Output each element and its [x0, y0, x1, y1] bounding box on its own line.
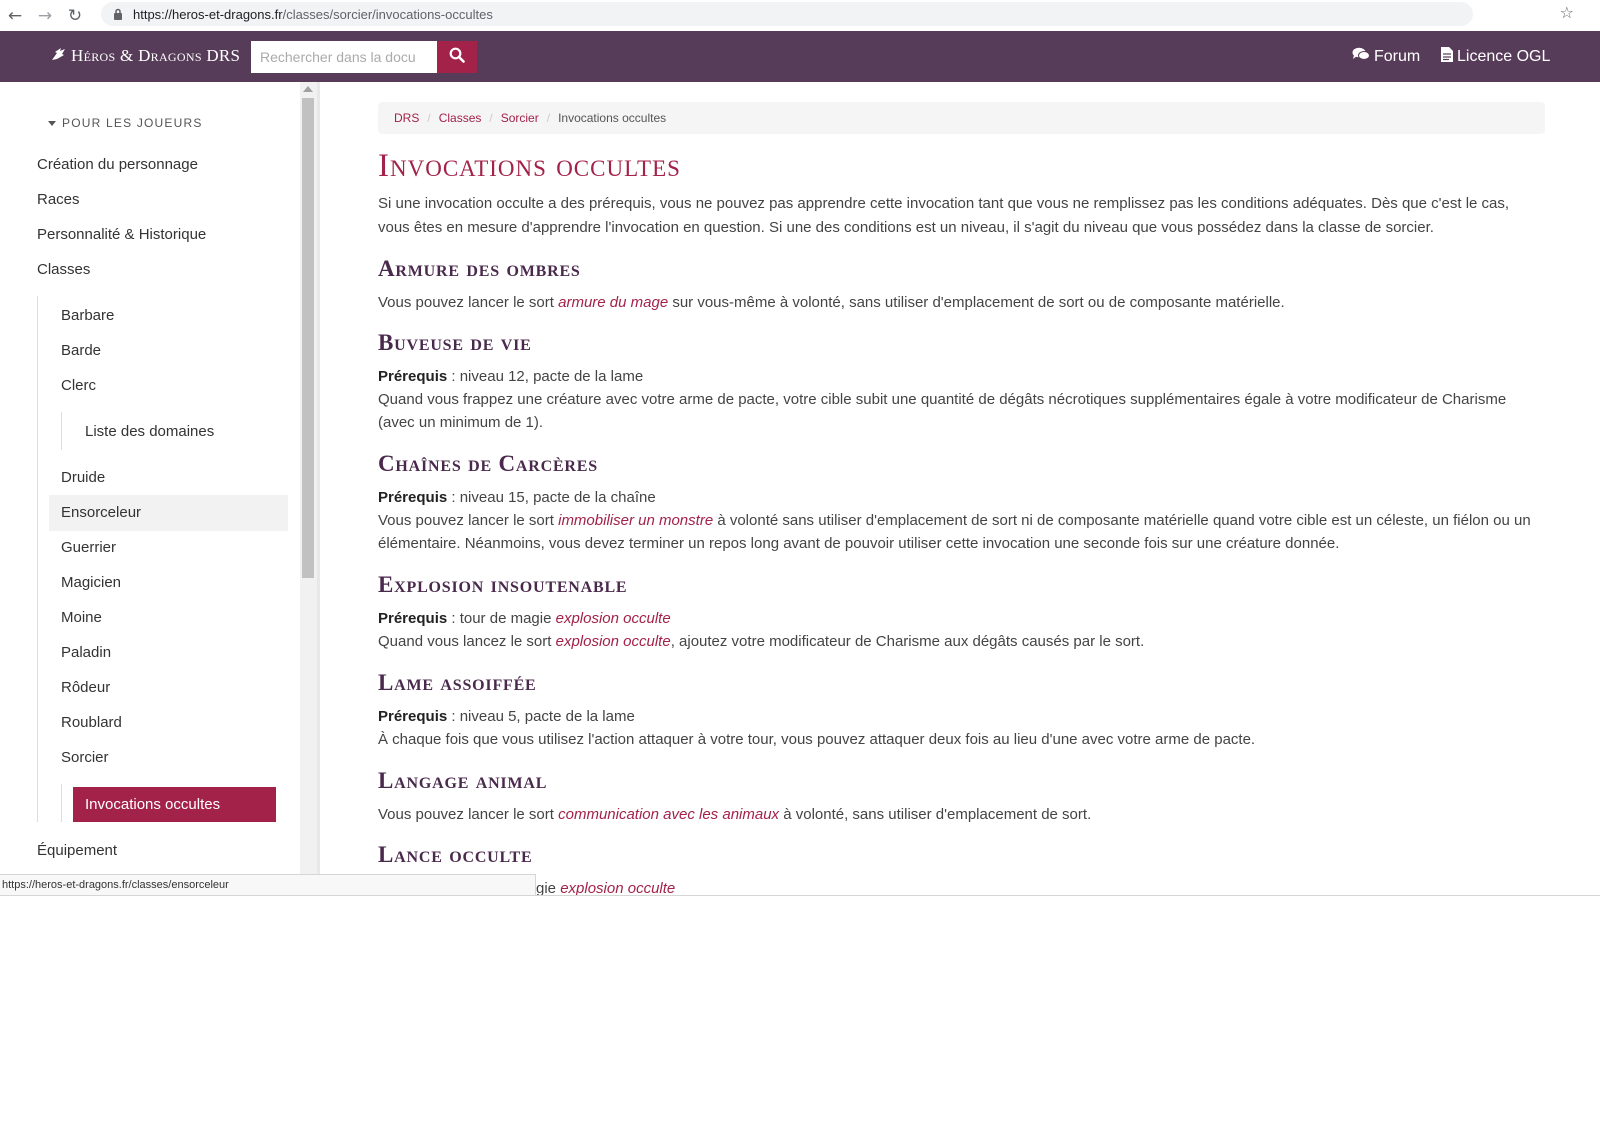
sidebar-item-druide[interactable]: Druide — [61, 469, 105, 486]
lock-icon — [111, 7, 125, 21]
comments-icon — [1352, 47, 1374, 66]
sidebar-item-races[interactable]: Races — [37, 191, 80, 208]
sidebar-item-guerrier[interactable]: Guerrier — [61, 539, 116, 556]
sorcier-submenu-line — [61, 784, 62, 822]
heading-explosion: Explosion insoutenable — [378, 572, 628, 597]
sidebar-item-equipement[interactable]: Équipement — [37, 842, 117, 859]
sidebar-item-roublard[interactable]: Roublard — [61, 714, 122, 731]
paragraph-armure: Vous pouvez lancer le sort armure du mag… — [378, 294, 1285, 311]
sidebar-divider — [317, 82, 320, 874]
prereq-buveuse: Prérequis : niveau 12, pacte de la lame — [378, 368, 644, 385]
sidebar-item-moine[interactable]: Moine — [61, 609, 102, 626]
reload-icon[interactable]: ↻ — [62, 3, 88, 29]
licence-label: Licence OGL — [1457, 48, 1551, 65]
search-icon — [449, 47, 465, 68]
file-text-icon — [1441, 47, 1457, 67]
sidebar-section-title: POUR LES JOUEURS — [62, 116, 203, 130]
forum-label: Forum — [1374, 47, 1421, 65]
brand-name: Héros & Dragons DRS — [71, 46, 241, 65]
prereq-lame: Prérequis : niveau 5, pacte de la lame — [378, 708, 635, 725]
sidebar-item-domaines[interactable]: Liste des domaines — [85, 423, 214, 440]
site-navbar: Héros & Dragons DRS Forum Licence OGL — [0, 31, 1600, 82]
breadcrumb-sorcier[interactable]: Sorcier — [501, 111, 539, 125]
sidebar-item-creation[interactable]: Création du personnage — [37, 156, 198, 173]
heading-langage: Langage animal — [378, 768, 548, 793]
sidebar-item-ensorceleur[interactable]: Ensorceleur — [49, 495, 288, 531]
breadcrumb-separator: / — [489, 111, 493, 125]
paragraph-langage: Vous pouvez lancer le sort communication… — [378, 806, 1092, 823]
heading-chaines: Chaînes de Carcères — [378, 451, 598, 476]
sidebar-item-personnalite[interactable]: Personnalité & Historique — [37, 226, 206, 243]
paragraph-chaines: Vous pouvez lancer le sort immobiliser u… — [378, 512, 1531, 552]
intro-paragraph: Si une invocation occulte a des prérequi… — [378, 195, 1510, 236]
back-arrow-icon[interactable]: ← — [2, 3, 28, 29]
brand-link[interactable]: Héros & Dragons DRS — [51, 46, 240, 66]
heading-lance: Lance occulte — [378, 842, 533, 867]
spell-link[interactable]: armure du mage — [558, 294, 668, 311]
status-bar: https://heros-et-dragons.fr/classes/enso… — [0, 874, 536, 896]
bookmark-star-icon[interactable]: ☆ — [1560, 3, 1574, 22]
sidebar-item-clerc[interactable]: Clerc — [61, 377, 96, 394]
heading-armure: Armure des ombres — [378, 256, 581, 281]
prereq-explosion: Prérequis : tour de magie explosion occu… — [378, 610, 671, 627]
forward-arrow-icon[interactable]: → — [32, 3, 58, 29]
sidebar-scrollbar-thumb[interactable] — [302, 98, 314, 578]
caret-down-icon — [48, 120, 56, 126]
heading-lame: Lame assoiffée — [378, 670, 537, 695]
search-button[interactable] — [437, 41, 477, 73]
sidebar-item-classes[interactable]: Classes — [37, 261, 90, 278]
sidebar-item-barbare[interactable]: Barbare — [61, 307, 114, 324]
sidebar-item-magicien[interactable]: Magicien — [61, 574, 121, 591]
scroll-up-arrow-icon[interactable] — [303, 86, 313, 92]
spell-link[interactable]: communication avec les animaux — [558, 806, 779, 823]
breadcrumb-classes[interactable]: Classes — [439, 111, 482, 125]
blank-area — [0, 896, 1600, 1132]
address-bar[interactable]: https://heros-et-dragons.fr/classes/sorc… — [101, 2, 1473, 26]
clerc-submenu-line — [61, 412, 62, 450]
search-input[interactable] — [251, 41, 437, 73]
licence-link[interactable]: Licence OGL — [1441, 47, 1550, 67]
breadcrumb: DRS / Classes / Sorcier / Invocations oc… — [378, 102, 1545, 134]
paragraph-buveuse: Quand vous frappez une créature avec vot… — [378, 391, 1507, 431]
sidebar-item-invocations[interactable]: Invocations occultes — [73, 787, 276, 822]
sidebar-item-rodeur[interactable]: Rôdeur — [61, 679, 110, 696]
paragraph-lame: À chaque fois que vous utilisez l'action… — [378, 731, 1256, 748]
sidebar-item-barde[interactable]: Barde — [61, 342, 101, 359]
browser-toolbar: ← → ↻ https://heros-et-dragons.fr/classe… — [0, 0, 1600, 31]
dragon-logo-icon — [51, 47, 67, 65]
breadcrumb-current: Invocations occultes — [558, 111, 667, 125]
url-text: https://heros-et-dragons.fr/classes/sorc… — [133, 6, 493, 22]
breadcrumb-separator: / — [546, 111, 551, 125]
sidebar-item-sorcier[interactable]: Sorcier — [61, 749, 109, 766]
spell-link[interactable]: explosion occulte — [556, 633, 671, 650]
forum-link[interactable]: Forum — [1352, 47, 1420, 66]
breadcrumb-separator: / — [427, 111, 431, 125]
spell-link[interactable]: explosion occulte — [556, 610, 671, 627]
breadcrumb-drs[interactable]: DRS — [394, 111, 419, 125]
spell-link[interactable]: immobiliser un monstre — [558, 512, 713, 529]
prereq-chaines: Prérequis : niveau 15, pacte de la chaîn… — [378, 489, 656, 506]
classes-submenu-line — [37, 296, 38, 822]
sidebar-section-toggle[interactable]: POUR LES JOUEURS — [48, 116, 203, 130]
sidebar-item-paladin[interactable]: Paladin — [61, 644, 111, 661]
paragraph-explosion: Quand vous lancez le sort explosion occu… — [378, 633, 1145, 650]
heading-buveuse: Buveuse de vie — [378, 330, 532, 355]
page-title: Invocations occultes — [378, 148, 681, 184]
